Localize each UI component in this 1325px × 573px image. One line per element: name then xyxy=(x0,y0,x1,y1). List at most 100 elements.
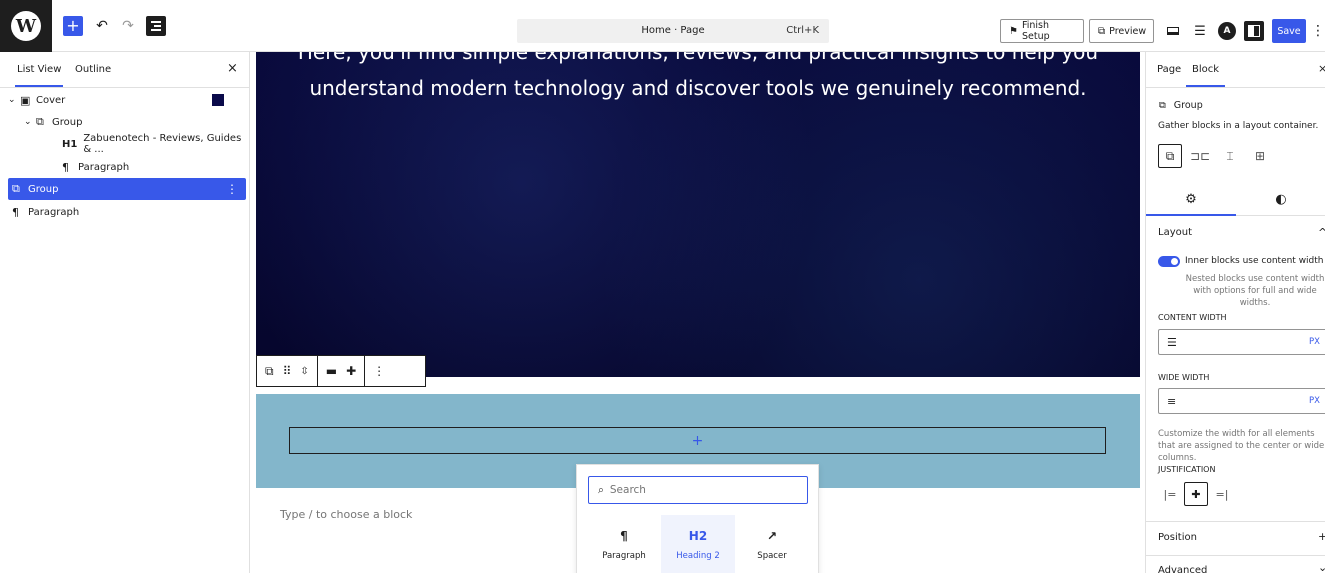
chevron-down-icon[interactable]: ⌄ xyxy=(8,95,20,105)
search-placeholder: Search xyxy=(609,484,646,496)
position-panel-title[interactable]: Position xyxy=(1158,532,1197,543)
variation-stack-button[interactable]: ⌶ xyxy=(1218,144,1242,168)
tab-styles[interactable]: ◐ xyxy=(1236,192,1325,207)
tab-outline[interactable]: Outline xyxy=(75,64,111,75)
inserter-item-spacer[interactable]: ↗ Spacer xyxy=(735,515,809,573)
group-block-icon: ⧉ xyxy=(12,182,20,195)
astra-icon: A xyxy=(1218,22,1236,40)
list-view-panel: List View Outline × ⌄ ▣ Cover ⌄ ⧉ Group … xyxy=(0,52,250,573)
more-vertical-icon[interactable]: ⋮ xyxy=(373,364,385,378)
inserter-item-label: Spacer xyxy=(757,551,787,561)
redo-button[interactable]: ↷ xyxy=(118,16,138,36)
unit-select[interactable]: PX xyxy=(1309,337,1320,347)
list-item-paragraph[interactable]: ¶ Paragraph xyxy=(8,156,246,178)
list-item-paragraph[interactable]: ¶ Paragraph xyxy=(8,201,246,223)
list-item-label: Paragraph xyxy=(78,161,130,173)
block-inserter-button[interactable]: + xyxy=(63,16,83,36)
cover-paragraph[interactable]: Here, you'll find simple explanations, r… xyxy=(256,52,1140,106)
command-shortcut: Ctrl+K xyxy=(786,25,819,36)
save-button[interactable]: Save xyxy=(1272,19,1306,43)
variation-row-button[interactable]: ⊐⊏ xyxy=(1188,144,1212,168)
justify-center-button[interactable]: ✚ xyxy=(1184,482,1208,506)
quick-inserter-popover: ⌕ Search ¶ Paragraph H2 Heading 2 ↗ Spac… xyxy=(576,464,819,573)
chevron-up-icon[interactable]: ^ xyxy=(1318,226,1325,239)
move-up-down-icon[interactable]: ⇳ xyxy=(300,366,308,377)
list-item-group-selected[interactable]: ⧉ Group ⋮ xyxy=(8,178,246,200)
group-icon: ⧉ xyxy=(1165,148,1175,163)
width-help: Customize the width for all elements tha… xyxy=(1158,429,1325,463)
block-appender-button[interactable]: + xyxy=(289,427,1106,454)
document-overview-icon xyxy=(151,20,161,32)
redo-icon: ↷ xyxy=(122,18,134,34)
device-preview-button[interactable] xyxy=(1162,19,1184,43)
document-title: Home · Page xyxy=(641,25,705,36)
justify-right-button[interactable]: =| xyxy=(1210,482,1234,506)
sidebar-tabs: Page Block × xyxy=(1146,52,1325,88)
inserter-item-paragraph[interactable]: ¶ Paragraph xyxy=(587,515,661,573)
document-overview-button[interactable] xyxy=(146,16,166,36)
settings-toggle-button[interactable] xyxy=(1243,19,1265,43)
layout-panel-title[interactable]: Layout xyxy=(1158,227,1192,238)
unit-select[interactable]: PX xyxy=(1309,396,1320,406)
list-item-heading[interactable]: H1 Zabuenotech - Reviews, Guides & ... xyxy=(8,133,246,155)
list-item-cover[interactable]: ⌄ ▣ Cover xyxy=(8,89,246,111)
close-list-view-button[interactable]: × xyxy=(227,61,238,76)
tab-page[interactable]: Page xyxy=(1157,64,1181,75)
gear-icon: ⚙ xyxy=(1185,192,1197,207)
search-icon: ⌕ xyxy=(598,483,604,496)
wordpress-logo-icon: W xyxy=(11,11,41,41)
astra-settings-button[interactable]: A xyxy=(1216,19,1238,43)
cover-block[interactable]: Here, you'll find simple explanations, r… xyxy=(256,52,1140,377)
more-vertical-icon: ⋮ xyxy=(1311,23,1325,39)
justify-left-button[interactable]: |= xyxy=(1158,482,1182,506)
justification-controls: |= ✚ =| xyxy=(1158,482,1234,506)
justification-label: JUSTIFICATION xyxy=(1158,465,1216,474)
finish-setup-button[interactable]: ⚑ Finish Setup xyxy=(1000,19,1084,43)
paragraph-placeholder[interactable]: Type / to choose a block xyxy=(280,508,412,521)
plus-icon: + xyxy=(691,432,704,449)
plus-icon: + xyxy=(66,16,80,35)
inserter-item-heading-2[interactable]: H2 Heading 2 xyxy=(661,515,735,573)
preview-button[interactable]: ⧉ Preview xyxy=(1089,19,1154,43)
chevron-down-icon[interactable]: ⌄ xyxy=(24,117,36,127)
undo-button[interactable]: ↶ xyxy=(92,16,112,36)
close-icon: × xyxy=(1318,62,1325,75)
tab-list-view[interactable]: List View xyxy=(14,64,64,87)
drag-handle-icon[interactable]: ⠿ xyxy=(283,364,292,378)
tab-block[interactable]: Block xyxy=(1185,64,1226,87)
sidebar-icon xyxy=(1244,21,1264,41)
close-sidebar-button[interactable]: × xyxy=(1318,62,1325,75)
more-vertical-icon[interactable]: ⋮ xyxy=(226,182,238,196)
contrast-icon: ◐ xyxy=(1275,192,1287,207)
paragraph-block-icon: ¶ xyxy=(12,205,19,219)
wordpress-logo-button[interactable]: W xyxy=(0,0,52,52)
stack-icon: ⌶ xyxy=(1226,148,1234,163)
paragraph-icon: ¶ xyxy=(620,529,628,543)
wide-width-input[interactable]: ≡ PX xyxy=(1158,388,1325,414)
document-title-bar[interactable]: Home · Page Ctrl+K xyxy=(517,19,829,43)
align-icon[interactable]: ▬ xyxy=(326,364,337,378)
options-button[interactable]: ⋮ xyxy=(1311,19,1325,43)
block-variations: ⧉ ⊐⊏ ⌶ ⊞ xyxy=(1158,144,1272,168)
variation-group-button[interactable]: ⧉ xyxy=(1158,144,1182,168)
tab-settings[interactable]: ⚙ xyxy=(1146,192,1236,216)
inserter-search-input[interactable]: ⌕ Search xyxy=(588,476,808,504)
advanced-panel-title[interactable]: Advanced xyxy=(1158,565,1207,573)
wide-width-icon: ≡ xyxy=(1167,394,1177,408)
list-view-tabs: List View Outline × xyxy=(0,52,250,88)
variation-grid-button[interactable]: ⊞ xyxy=(1248,144,1272,168)
details-button[interactable]: ☰ xyxy=(1189,19,1211,43)
list-item-group[interactable]: ⌄ ⧉ Group xyxy=(8,111,246,133)
desktop-icon xyxy=(1167,27,1179,35)
plus-icon[interactable]: + xyxy=(1318,530,1325,543)
justify-center-icon[interactable]: ✚ xyxy=(346,364,356,378)
content-width-toggle[interactable] xyxy=(1158,256,1180,267)
panel-divider xyxy=(1146,521,1325,522)
content-width-input[interactable]: ☰ PX xyxy=(1158,329,1325,355)
chevron-down-icon[interactable]: ⌄ xyxy=(1318,561,1325,573)
justify-right-icon: =| xyxy=(1215,487,1229,501)
group-block-icon[interactable]: ⧉ xyxy=(265,364,274,379)
list-item-label: Group xyxy=(52,116,83,128)
inserter-item-label: Heading 2 xyxy=(676,551,720,561)
justify-center-icon: ✚ xyxy=(1191,487,1201,501)
